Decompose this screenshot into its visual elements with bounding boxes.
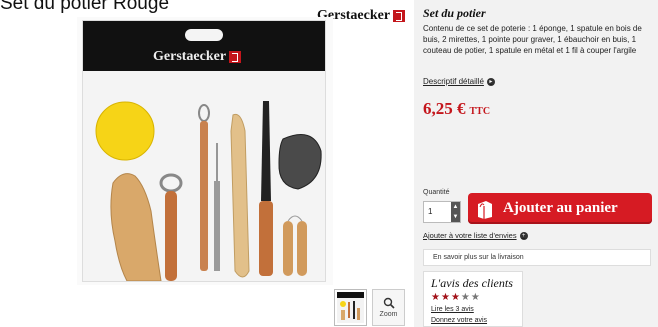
- star-filled-icon: ★: [450, 292, 461, 303]
- package-brand-name: Gerstaecker: [153, 49, 227, 64]
- zoom-label: Zoom: [379, 311, 398, 318]
- loop-tool-head: [159, 173, 183, 193]
- add-to-cart-label: Ajouter au panier: [503, 200, 618, 216]
- detailed-description-link[interactable]: Descriptif détaillé ▸: [423, 77, 495, 86]
- thumbnail-image: [337, 292, 364, 323]
- price-tax-suffix: TTC: [469, 106, 491, 117]
- thin-loop-tool-head: [198, 104, 210, 122]
- magnifier-icon: [383, 297, 395, 309]
- customer-reviews-box: L'avis des clients ★★★★★ Lire les 3 avis…: [423, 271, 523, 327]
- read-reviews-link[interactable]: Lire les 3 avis: [431, 306, 474, 313]
- quantity-stepper[interactable]: ▲ ▼: [423, 201, 461, 223]
- quantity-decrease-icon[interactable]: ▼: [451, 212, 460, 222]
- sponge-tool: [95, 101, 155, 161]
- add-to-cart-button[interactable]: Ajouter au panier: [468, 193, 652, 224]
- reviews-title: L'avis des clients: [431, 276, 513, 290]
- pottery-tools-illustration: [95, 101, 322, 281]
- shopping-bag-icon: [478, 200, 492, 219]
- price-block: 6,25 € TTC: [423, 99, 490, 119]
- write-review-link[interactable]: Donnez votre avis: [431, 317, 487, 324]
- wire-cutter-handle-left: [283, 221, 293, 276]
- potter-knife-handle: [259, 201, 273, 276]
- loop-tool-handle: [165, 191, 177, 281]
- wire-cutter-wire: [287, 215, 303, 222]
- wooden-rib-tool: [110, 173, 162, 281]
- thin-loop-tool-handle: [200, 121, 208, 271]
- wooden-modeling-tool: [230, 113, 250, 278]
- zoom-button[interactable]: Zoom: [372, 289, 405, 326]
- add-to-wishlist-link[interactable]: Ajouter à votre liste d'envies +: [423, 231, 528, 240]
- brand-mark-icon: [393, 10, 406, 22]
- needle-tool-handle: [214, 181, 220, 271]
- package-brand-mark-icon: [229, 51, 242, 63]
- star-filled-icon: ★: [440, 292, 451, 303]
- package-header: Gerstaecker: [83, 21, 325, 71]
- plus-circle-icon: +: [519, 231, 528, 240]
- product-info-panel: Set du potier Contenu de ce set de poter…: [414, 0, 658, 327]
- star-empty-icon: ★: [470, 292, 481, 303]
- product-price: 6,25 €: [423, 99, 466, 118]
- quantity-label: Quantité: [423, 189, 450, 196]
- wishlist-label: Ajouter à votre liste d'envies: [423, 231, 517, 240]
- package-hang-hole: [185, 29, 223, 41]
- star-empty-icon: ★: [460, 292, 471, 303]
- quantity-increase-icon[interactable]: ▲: [451, 202, 460, 212]
- package-brand-logo: Gerstaecker: [153, 49, 242, 65]
- chevron-right-circle-icon: ▸: [486, 77, 495, 86]
- star-filled-icon: ★: [431, 292, 441, 303]
- product-package: Gerstaecker: [82, 20, 326, 282]
- rating-stars: ★★★★★: [431, 292, 481, 303]
- page-heading-fragment: Set du potier Rouge: [0, 0, 170, 14]
- delivery-info-link[interactable]: En savoir plus sur la livraison: [423, 249, 651, 266]
- potter-knife-blade: [261, 101, 271, 201]
- product-title: Set du potier: [423, 6, 486, 20]
- quantity-input[interactable]: [428, 207, 444, 216]
- detailed-description-label: Descriptif détaillé: [423, 77, 484, 86]
- product-image[interactable]: Gerstaecker: [77, 17, 333, 285]
- metal-rib-tool: [278, 134, 322, 190]
- wire-cutter-handle-right: [297, 221, 307, 276]
- product-description: Contenu de ce set de poterie : 1 éponge,…: [423, 24, 642, 55]
- product-thumbnail[interactable]: [334, 289, 367, 326]
